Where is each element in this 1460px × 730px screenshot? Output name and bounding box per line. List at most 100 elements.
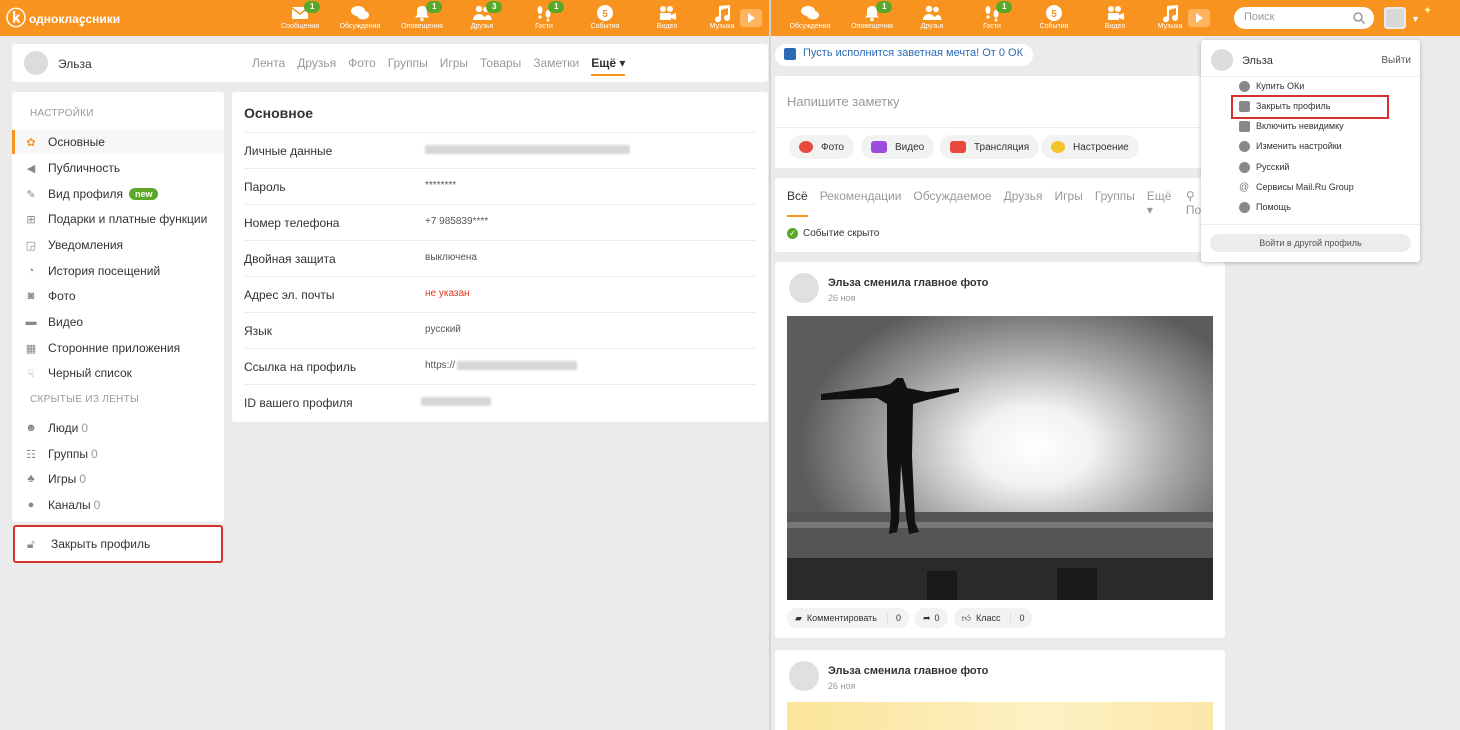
history-icon: ◔ [27, 265, 35, 277]
mood-button[interactable]: Настроение [1041, 135, 1139, 159]
avatar[interactable] [1384, 7, 1406, 29]
tab-recommendations[interactable]: Рекомендации [820, 189, 902, 217]
nav-messages[interactable]: 1 Сообщения [270, 1, 330, 34]
ok-logo[interactable]: ⓚ одноклассники [6, 6, 120, 32]
note-input[interactable]: Напишите заметку [787, 94, 899, 109]
sidebar-item-profile-view[interactable]: ✎ Вид профиля new [12, 182, 224, 206]
music-note-icon [712, 4, 732, 23]
logout-link[interactable]: Выйти [1381, 55, 1411, 66]
menu-item-invisible[interactable]: Включить невидимку [1239, 118, 1344, 134]
post-title[interactable]: Эльза сменила главное фото [828, 277, 988, 289]
nav-friends[interactable]: 3 Друзья [452, 1, 512, 34]
sidebar-item-label: Черный список [48, 366, 132, 380]
photo-button[interactable]: Фото [789, 135, 854, 159]
settings-row-phone[interactable]: Номер телефона +7 985839**** [244, 204, 756, 240]
nav-events[interactable]: 5 События [575, 2, 635, 34]
like-button[interactable]: 👍︎ Класс 0 [953, 608, 1033, 628]
sidebar-item-publicity[interactable]: ◀ Публичность [12, 156, 224, 180]
menu-item-language[interactable]: Русский [1239, 159, 1289, 175]
nav-discussions[interactable]: Обсуждения [780, 2, 840, 34]
settings-row-two-factor[interactable]: Двойная защита выключена [244, 240, 756, 276]
search-input[interactable]: Поиск [1234, 7, 1374, 29]
sidebar-item-photo[interactable]: ◙ Фото [12, 284, 224, 308]
post-photo[interactable] [787, 702, 1213, 730]
caret-down-icon[interactable]: ▼ [1411, 14, 1420, 24]
row-label: Пароль [244, 180, 286, 194]
tab-notes[interactable]: Заметки [533, 56, 579, 76]
menu-item-settings[interactable]: Изменить настройки [1239, 138, 1342, 154]
sidebar-item-hidden-channels[interactable]: ● Каналы 0 [12, 493, 224, 517]
sidebar-item-gifts[interactable]: ⊞ Подарки и платные функции [12, 207, 224, 231]
search-placeholder: Поиск [1244, 11, 1275, 23]
music-note-icon [1160, 4, 1180, 23]
nav-guests[interactable]: 1 Гости [514, 1, 574, 34]
top-navigation-bar: ⓚ одноклассники ✦ 1 Сообщения Обсуждения… [0, 0, 769, 36]
video-button[interactable]: Видео [861, 135, 935, 159]
sidebar-item-notifications[interactable]: ◲ Уведомления [12, 233, 224, 257]
music-play-button[interactable] [740, 9, 762, 27]
nav-events[interactable]: 5 События [1024, 2, 1084, 34]
settings-row-profile-id[interactable]: ID вашего профиля [244, 384, 756, 420]
sidebar-item-history[interactable]: ◔ История посещений [12, 259, 224, 283]
tab-groups[interactable]: Группы [1095, 189, 1135, 217]
tab-more-label: Ещё [1146, 189, 1172, 203]
nav-friends[interactable]: Друзья [902, 2, 962, 34]
tab-all[interactable]: Всё [787, 189, 808, 217]
menu-item-mailru-services[interactable]: @ Сервисы Mail.Ru Group [1239, 179, 1354, 195]
tab-discussed[interactable]: Обсуждаемое [913, 189, 991, 217]
switch-profile-button[interactable]: Войти в другой профиль [1210, 234, 1411, 252]
tab-games[interactable]: Игры [440, 56, 468, 76]
nav-guests[interactable]: 1 Гости [962, 1, 1022, 34]
tab-groups[interactable]: Группы [388, 56, 428, 76]
nav-discussions[interactable]: Обсуждения [330, 2, 390, 34]
music-play-button[interactable] [1188, 9, 1210, 27]
feed-tabs: Всё Рекомендации Обсуждаемое Друзья Игры… [787, 189, 1225, 217]
sidebar-item-blacklist[interactable]: ☟ Черный список [12, 361, 224, 385]
thumbs-down-icon: ☟ [27, 367, 35, 380]
profile-name[interactable]: Эльза [58, 57, 92, 71]
announcement-banner[interactable]: Пусть исполнится заветная мечта! От 0 ОК [775, 44, 1033, 66]
post-photo[interactable] [787, 316, 1213, 600]
tab-more[interactable]: Ещё ▾ [1147, 189, 1174, 217]
tab-friends[interactable]: Друзья [1004, 189, 1043, 217]
broadcast-button[interactable]: Трансляция [940, 135, 1040, 159]
post-title[interactable]: Эльза сменила главное фото [828, 665, 988, 677]
share-button[interactable]: ➦ 0 [915, 608, 948, 628]
nav-video[interactable]: Видео [637, 2, 697, 34]
friends-badge: 3 [486, 1, 503, 13]
tab-friends[interactable]: Друзья [297, 56, 336, 76]
tab-feed[interactable]: Лента [252, 56, 285, 76]
menu-item-help[interactable]: Помощь [1239, 199, 1291, 215]
sidebar-item-hidden-games[interactable]: ♣ Игры 0 [12, 467, 224, 491]
tab-photos[interactable]: Фото [348, 56, 376, 76]
menu-item-buy-oks[interactable]: Купить ОКи [1239, 78, 1304, 94]
settings-row-profile-link[interactable]: Ссылка на профиль https:// [244, 348, 756, 384]
tab-more[interactable]: Ещё ▾ [591, 56, 626, 76]
nav-video[interactable]: Видео [1085, 2, 1145, 34]
avatar[interactable] [789, 661, 819, 691]
brush-icon: ✎ [26, 188, 36, 201]
announcement-text: Пусть исполнится заветная мечта! От 0 ОК [803, 47, 1024, 59]
nav-notifications[interactable]: 1 Оповещения [842, 1, 902, 34]
settings-row-password[interactable]: Пароль ******** [244, 168, 756, 204]
settings-row-language[interactable]: Язык русский [244, 312, 756, 348]
avatar[interactable] [789, 273, 819, 303]
sidebar-item-main[interactable]: ✿ Основные [12, 130, 224, 154]
avatar[interactable] [1211, 49, 1233, 71]
close-profile-link[interactable]: 🔓︎ Закрыть профиль [13, 525, 223, 563]
sidebar-item-video[interactable]: ▬ Видео [12, 310, 224, 334]
nav-label: Сообщения [281, 23, 319, 30]
sidebar-item-hidden-groups[interactable]: ☷ Группы 0 [12, 442, 224, 466]
settings-row-personal-data[interactable]: Личные данные [244, 132, 756, 168]
svg-text:5: 5 [1051, 9, 1057, 20]
settings-row-email[interactable]: Адрес эл. почты не указан [244, 276, 756, 312]
hidden-count: 0 [93, 498, 101, 512]
sidebar-item-apps[interactable]: ▦ Сторонние приложения [12, 336, 224, 360]
sidebar-item-hidden-people[interactable]: ☻ Люди 0 [12, 416, 224, 440]
nav-notifications[interactable]: 1 Оповещения [392, 1, 452, 34]
tab-goods[interactable]: Товары [480, 56, 521, 76]
comment-button[interactable]: ▰ Комментировать 0 [787, 608, 909, 628]
dropdown-profile-name[interactable]: Эльза [1242, 55, 1273, 67]
tab-games[interactable]: Игры [1055, 189, 1083, 217]
avatar[interactable] [24, 51, 48, 75]
